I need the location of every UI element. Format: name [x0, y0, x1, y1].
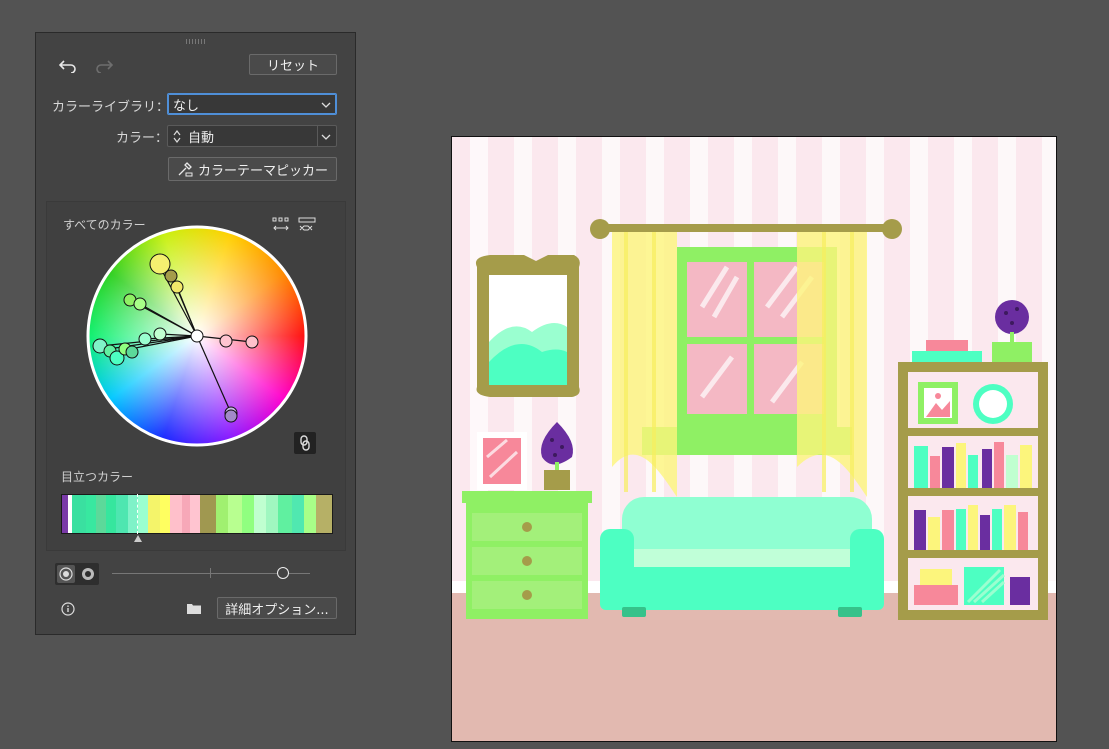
prominent-color-swatch[interactable]	[72, 495, 86, 533]
link-harmony-icon[interactable]	[294, 432, 316, 454]
eyedropper-icon	[178, 162, 193, 177]
color-count-value: 自動	[188, 130, 215, 146]
chevron-down-icon	[321, 102, 331, 108]
prominent-color-swatch[interactable]	[254, 495, 266, 533]
prominent-color-swatch[interactable]	[266, 495, 278, 533]
segmented-wheel-toggle[interactable]	[79, 565, 97, 583]
color-library-select[interactable]: なし	[167, 93, 337, 115]
artboard[interactable]	[451, 136, 1057, 742]
prominent-color-swatch[interactable]	[190, 495, 200, 533]
prominent-colors-bar[interactable]	[61, 494, 333, 534]
chevron-down-icon	[321, 134, 331, 140]
advanced-options-button[interactable]: 詳細オプション...	[217, 597, 337, 619]
view-toggle[interactable]	[55, 563, 99, 585]
prominent-color-swatch[interactable]	[160, 495, 170, 533]
smooth-wheel-toggle[interactable]	[57, 565, 75, 583]
undo-icon[interactable]	[56, 55, 80, 77]
recolor-panel: リセット カラーライブラリ： なし カラー： 自動 カラーテーマピッカー すべて…	[35, 32, 356, 635]
prominent-color-swatch[interactable]	[148, 495, 160, 533]
wall-picture	[475, 255, 580, 397]
slider-tick	[210, 568, 211, 578]
color-wheel-group: すべてのカラー 目立つカラー	[46, 201, 346, 551]
prominent-color-swatch[interactable]	[292, 495, 304, 533]
reset-button[interactable]: リセット	[249, 54, 337, 75]
sofa	[600, 497, 884, 617]
prominent-colors-label: 目立つカラー	[61, 470, 134, 484]
prominent-color-swatch[interactable]	[304, 495, 316, 533]
prominent-color-swatch[interactable]	[170, 495, 182, 533]
brightness-slider-thumb[interactable]	[277, 567, 289, 579]
prominent-color-swatch[interactable]	[216, 495, 228, 533]
living-room-illustration	[452, 137, 1056, 741]
dresser	[462, 491, 592, 619]
panel-grip[interactable]	[186, 39, 206, 44]
redo-icon[interactable]	[92, 55, 116, 77]
prominent-color-swatch[interactable]	[278, 495, 292, 533]
prominent-color-swatch[interactable]	[200, 495, 216, 533]
color-count-select[interactable]: 自動	[167, 125, 337, 147]
color-library-label: カラーライブラリ：	[52, 100, 170, 115]
prominent-color-swatch[interactable]	[96, 495, 106, 533]
stepper-icon[interactable]	[172, 129, 182, 144]
prominent-color-swatch[interactable]	[228, 495, 242, 533]
color-label: カラー：	[116, 131, 169, 146]
prominent-color-swatch[interactable]	[116, 495, 128, 533]
folder-icon[interactable]	[182, 597, 206, 619]
prominent-color-swatch[interactable]	[242, 495, 254, 533]
color-theme-picker-label: カラーテーマピッカー	[198, 163, 329, 179]
prominent-slider-handle[interactable]	[133, 534, 143, 544]
color-theme-picker-button[interactable]: カラーテーマピッカー	[168, 157, 337, 181]
prominent-color-swatch[interactable]	[86, 495, 96, 533]
prominent-color-swatch[interactable]	[106, 495, 116, 533]
color-library-value: なし	[173, 98, 200, 114]
small-photo-frame	[477, 432, 527, 490]
prominent-color-swatch[interactable]	[316, 495, 332, 533]
prominent-color-swatch[interactable]	[182, 495, 190, 533]
prominent-divider	[137, 494, 138, 534]
info-icon[interactable]	[56, 598, 80, 620]
color-wheel[interactable]	[85, 224, 309, 448]
prominent-color-swatch[interactable]	[138, 495, 148, 533]
